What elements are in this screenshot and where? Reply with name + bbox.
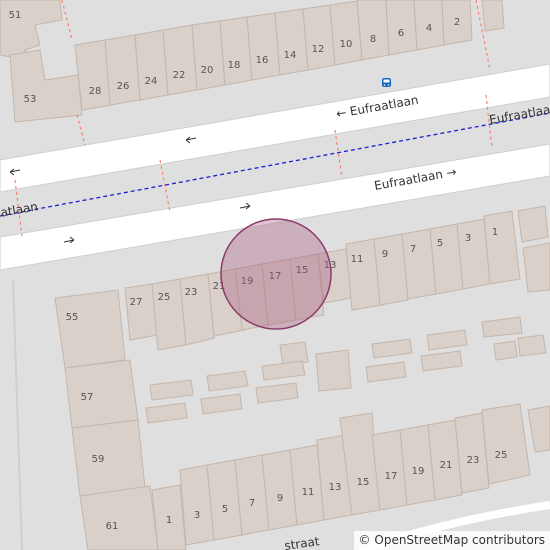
house-number: 2 (454, 17, 460, 28)
house-number: 5 (437, 238, 443, 249)
house-number: 3 (465, 233, 471, 244)
house-number: 20 (201, 65, 214, 76)
house-number: 9 (382, 249, 388, 260)
house-number: 3 (194, 510, 200, 521)
house-number: 5 (222, 504, 228, 515)
house-number: 21 (440, 460, 453, 471)
house-number: 24 (145, 76, 158, 87)
map-layer: ← Eufraatlaan Eufraatlaan → Eufraatlaan … (0, 0, 550, 550)
house-number: 8 (370, 34, 376, 45)
house-number: 18 (228, 60, 241, 71)
house-number: 25 (495, 450, 508, 461)
house-number: 7 (249, 498, 255, 509)
house-number: 23 (467, 455, 480, 466)
house-number: 11 (302, 487, 315, 498)
house-number: 17 (385, 471, 398, 482)
house-number: 9 (277, 493, 283, 504)
house-number: 10 (340, 39, 353, 50)
house-number: 16 (256, 55, 269, 66)
house-number: 28 (89, 86, 102, 97)
house-number: 23 (185, 287, 198, 298)
house-number: 26 (117, 81, 130, 92)
house-number: 55 (66, 312, 79, 323)
house-number: 6 (398, 28, 404, 39)
house-number: 11 (351, 254, 364, 265)
map-canvas[interactable]: ← Eufraatlaan Eufraatlaan → Eufraatlaan … (0, 0, 550, 550)
attribution[interactable]: © OpenStreetMap contributors (353, 531, 550, 550)
house-number: 53 (24, 94, 37, 105)
house-number: 59 (92, 454, 105, 465)
house-number: 1 (492, 227, 498, 238)
copyright-symbol: © (358, 533, 371, 547)
attribution-link[interactable]: OpenStreetMap contributors (374, 533, 545, 547)
house-number: 27 (130, 297, 143, 308)
house-number: 12 (312, 44, 325, 55)
house-number: 7 (410, 244, 416, 255)
house-number: 1 (166, 515, 172, 526)
house-number: 14 (284, 50, 297, 61)
house-number: 13 (329, 482, 342, 493)
house-number: 25 (158, 292, 171, 303)
bus-stop-icon[interactable] (382, 78, 391, 87)
house-number: 61 (106, 521, 119, 532)
location-marker-circle[interactable] (220, 218, 332, 330)
house-number: 51 (9, 10, 22, 21)
house-number: 15 (357, 477, 370, 488)
house-number: 22 (173, 70, 186, 81)
house-number: 57 (81, 392, 94, 403)
house-number: 4 (426, 23, 432, 34)
house-number: 19 (412, 466, 425, 477)
